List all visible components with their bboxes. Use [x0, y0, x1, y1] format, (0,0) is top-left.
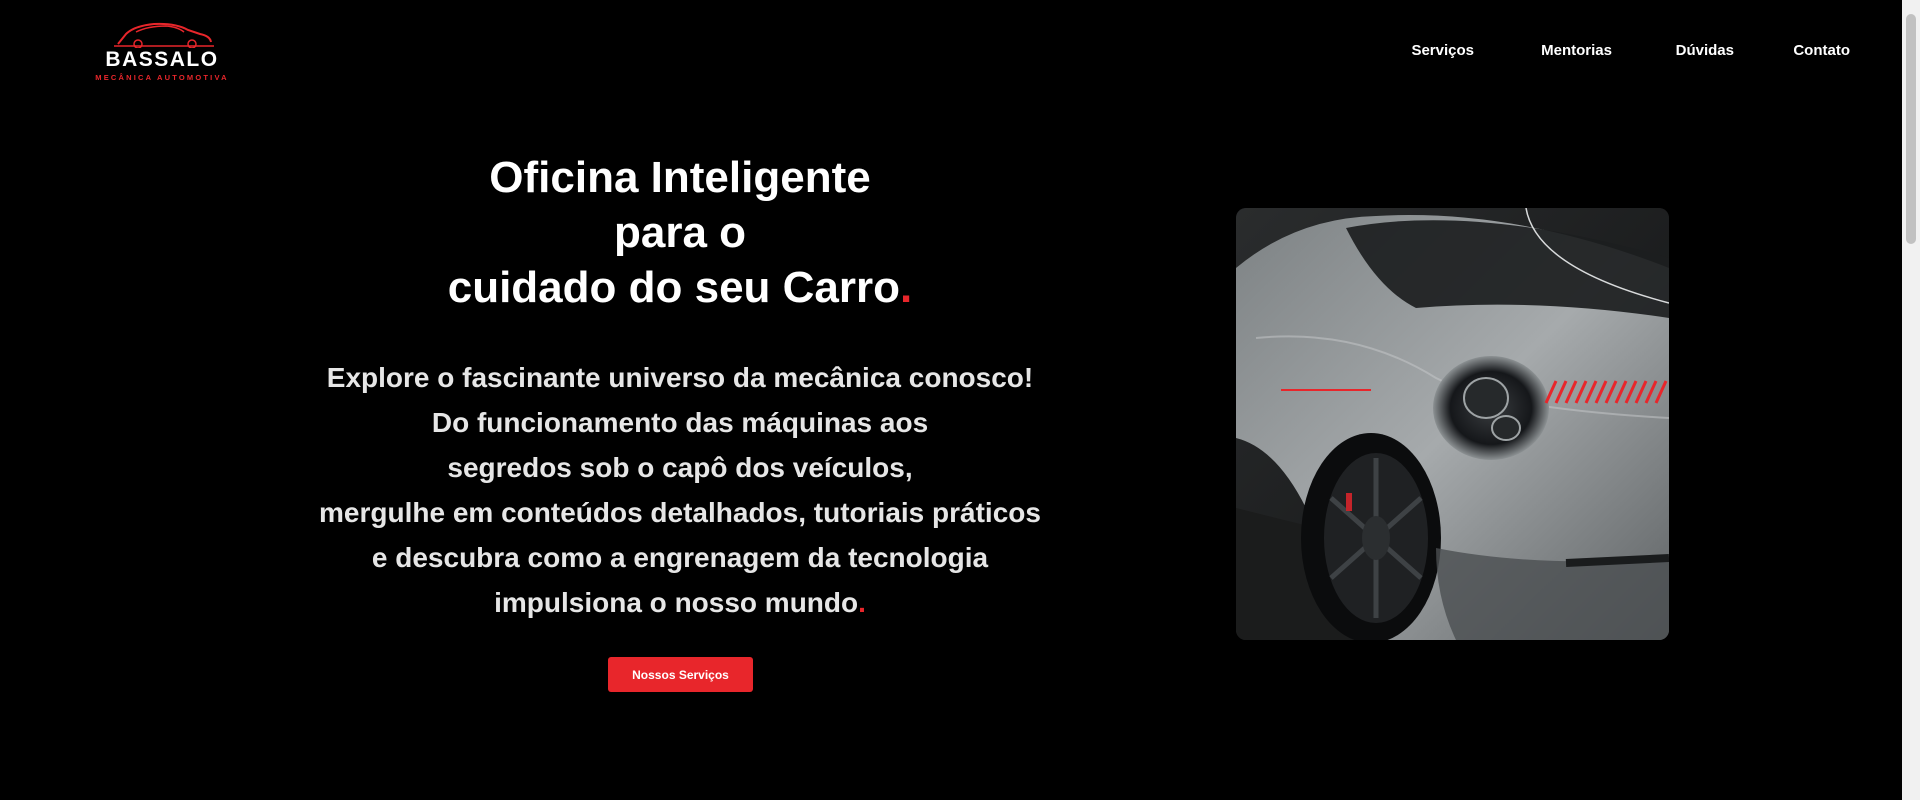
scrollbar-thumb[interactable] — [1906, 14, 1916, 244]
headline-line-3-text: cuidado do seu Carro — [447, 263, 901, 312]
hero-section: Oficina Inteligente para o cuidado do se… — [280, 150, 1080, 625]
nav-link-servicos[interactable]: Serviços — [1411, 42, 1474, 59]
headline-line-3: cuidado do seu Carro. — [280, 260, 1080, 315]
car-outline-icon — [114, 22, 214, 48]
brand-tagline: MECÂNICA AUTOMOTIVA — [95, 73, 229, 82]
brand-logo[interactable]: BASSALO MECÂNICA AUTOMOTIVA — [94, 20, 234, 86]
description-line: mergulhe em conteúdos detalhados, tutori… — [319, 497, 1041, 528]
headline-line-1: Oficina Inteligente — [489, 153, 871, 202]
hero-car-image — [1236, 208, 1669, 640]
page-scrollbar[interactable] — [1902, 0, 1920, 800]
description-accent-dot: . — [858, 587, 866, 618]
nav-link-duvidas[interactable]: Dúvidas — [1676, 42, 1734, 59]
description-line: segredos sob o capô dos veículos, — [447, 452, 913, 483]
hero-description: Explore o fascinante universo da mecânic… — [280, 355, 1080, 625]
nossos-servicos-button[interactable]: Nossos Serviços — [608, 657, 753, 692]
description-line: Explore o fascinante universo da mecânic… — [326, 362, 1034, 393]
brand-name: BASSALO — [105, 48, 219, 71]
description-line: e descubra como a engrenagem da tecnolog… — [371, 542, 989, 573]
description-line: Do funcionamento das máquinas aos — [431, 407, 929, 438]
site-header: BASSALO MECÂNICA AUTOMOTIVA Serviços Men… — [0, 0, 1902, 100]
description-line-text: impulsiona o nosso mundo — [494, 587, 859, 618]
nav-link-mentorias[interactable]: Mentorias — [1541, 42, 1612, 59]
description-line: impulsiona o nosso mundo. — [280, 580, 1080, 625]
nav-link-contato[interactable]: Contato — [1793, 42, 1850, 59]
headline-accent-dot: . — [900, 263, 913, 312]
hero-headline: Oficina Inteligente para o cuidado do se… — [280, 150, 1080, 315]
headline-line-2: para o — [613, 208, 747, 257]
